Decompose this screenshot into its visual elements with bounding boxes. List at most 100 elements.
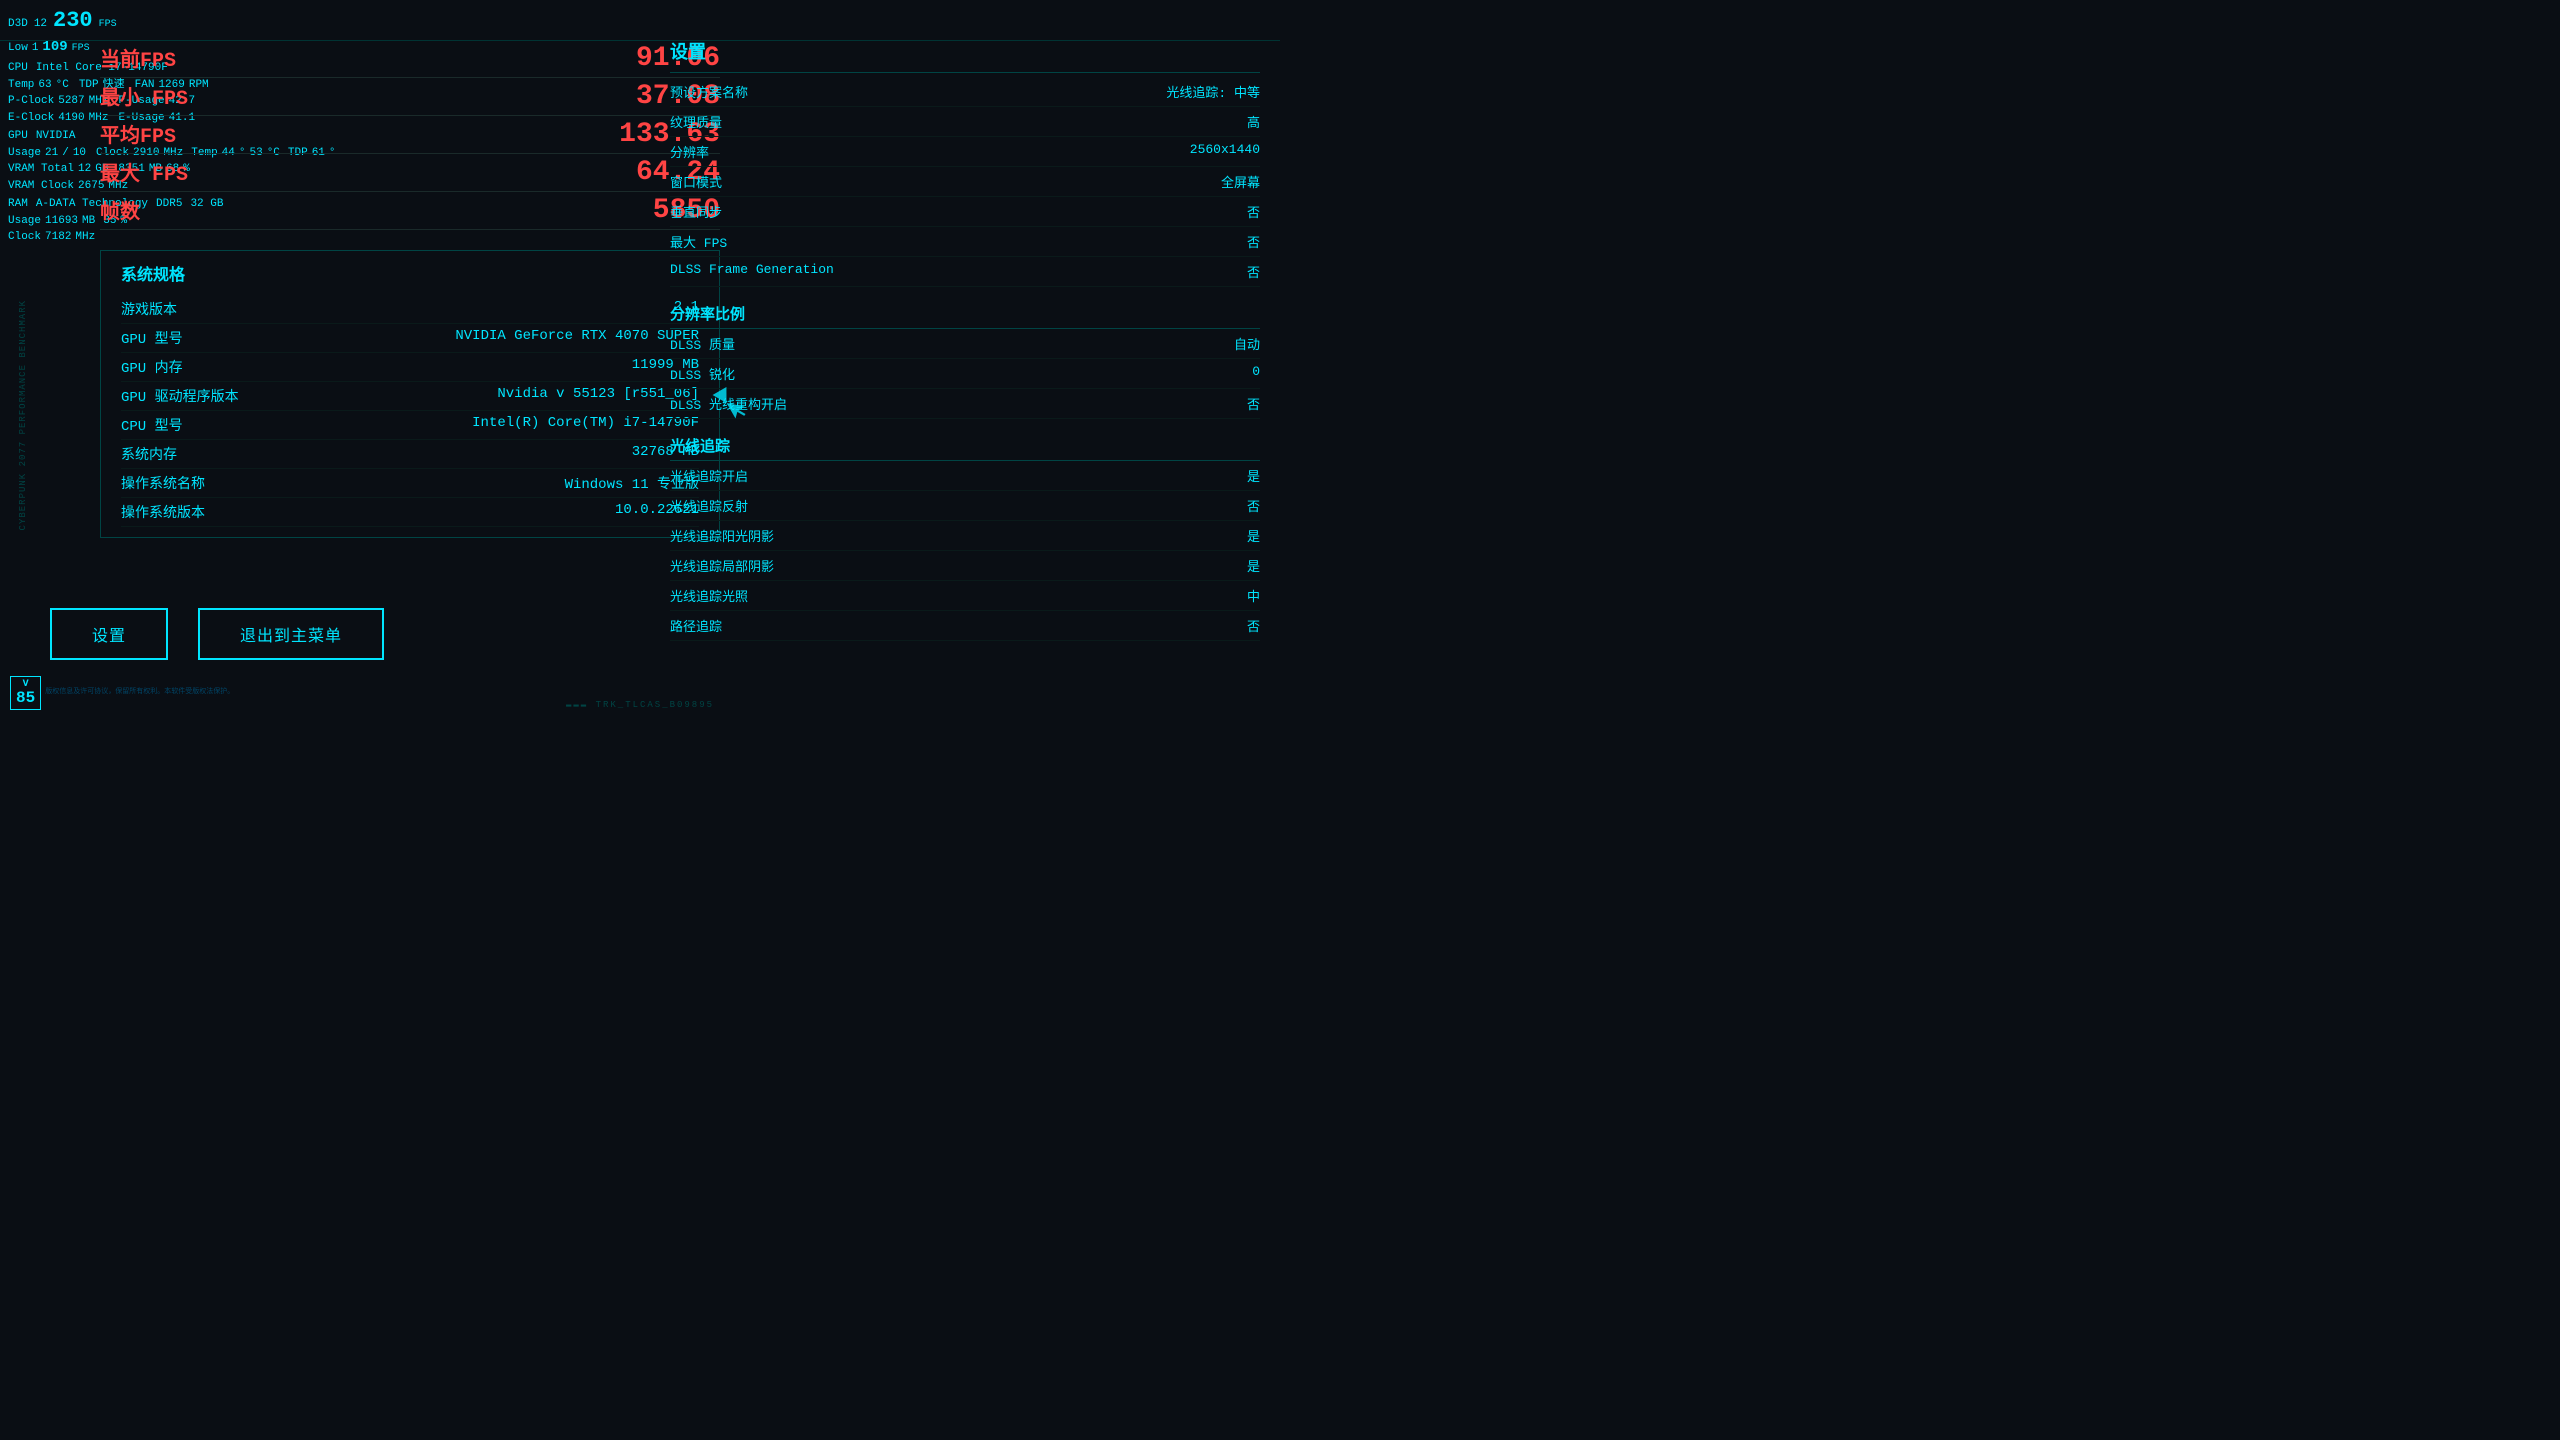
settings-value: 高	[1247, 112, 1260, 131]
settings-row: DLSS Frame Generation否	[670, 257, 1260, 287]
spec-row: GPU 内存11999 MB	[121, 353, 699, 382]
settings-rt-label: 光线追踪开启	[670, 466, 748, 485]
fps-main: 230	[53, 4, 93, 37]
version-number: 85	[16, 690, 35, 706]
settings-rt-rows: 光线追踪开启是光线追踪反射否光线追踪阳光阴影是光线追踪局部阴影是光线追踪光照中路…	[670, 461, 1260, 641]
settings-rt-value: 是	[1247, 526, 1260, 545]
metric-row: 最小 FPS37.08	[100, 78, 720, 116]
settings-row: 窗口模式 全屏幕	[670, 167, 1260, 197]
settings-rt-label: 光线追踪阳光阴影	[670, 526, 774, 545]
spec-value: Intel(R) Core(TM) i7-14790F	[472, 415, 699, 435]
spec-value: Nvidia v 55123 [r551_06]	[497, 386, 699, 406]
settings-ratio-label: DLSS 锐化	[670, 364, 735, 383]
vram-total: 12	[78, 161, 91, 178]
settings-rt-value: 否	[1247, 616, 1260, 635]
settings-label: 窗口模式	[670, 172, 722, 191]
metric-label: 最小 FPS	[100, 81, 188, 112]
ram-usage: 11693	[45, 213, 78, 230]
cpu-label: CPU	[8, 60, 28, 77]
gpu-usage-label: Usage	[8, 145, 41, 162]
settings-label: 垂直同步	[670, 202, 722, 221]
settings-rt-value: 否	[1247, 496, 1260, 515]
ram-label: RAM	[8, 196, 28, 213]
settings-button[interactable]: 设置	[50, 608, 168, 660]
settings-rt-row: 光线追踪阳光阴影 是	[670, 521, 1260, 551]
vram-total-label: VRAM Total	[8, 161, 74, 178]
settings-value: 全屏幕	[1221, 172, 1260, 191]
settings-ratio-rows: DLSS 质量自动 DLSS 锐化 0 DLSS 光线重构开启否	[670, 329, 1260, 419]
settings-ratio-value: 0	[1252, 364, 1260, 383]
spec-row: GPU 驱动程序版本Nvidia v 55123 [r551_06]	[121, 382, 699, 411]
spec-row: CPU 型号 Intel(R) Core(TM) i7-14790F	[121, 411, 699, 440]
settings-ratio-row: DLSS 锐化 0	[670, 359, 1260, 389]
settings-rt-label: 光线追踪局部阴影	[670, 556, 774, 575]
bottom-watermark: ▬▬▬ TRK_TLCAS_B09895	[566, 700, 714, 710]
tdp-label: TDP	[79, 77, 99, 94]
settings-ratio-section: 分辨率比例	[670, 295, 1260, 329]
settings-panel: 设置 预设方案名称 光线追踪: 中等纹理质量 高分辨率2560x1440 窗口模式 全屏…	[670, 30, 1260, 641]
spec-label: 游戏版本	[121, 299, 177, 319]
pclock-label: P-Clock	[8, 93, 54, 110]
eclock-value: 4190	[58, 110, 84, 127]
spec-row: 操作系统名称Windows 11 专业版	[121, 469, 699, 498]
settings-ratio-row: DLSS 质量自动	[670, 329, 1260, 359]
metric-label: 最大 FPS	[100, 157, 188, 188]
settings-value: 否	[1247, 202, 1260, 221]
fps-unit: FPS	[99, 17, 117, 32]
spec-label: 操作系统名称	[121, 473, 205, 493]
spec-value: NVIDIA GeForce RTX 4070 SUPER	[455, 328, 699, 348]
metric-label: 当前FPS	[100, 43, 176, 74]
settings-ratio-label: DLSS 质量	[670, 334, 735, 353]
settings-rt-value: 是	[1247, 556, 1260, 575]
metric-row: 最大 FPS64.24	[100, 154, 720, 192]
temp-unit: °C	[56, 77, 69, 94]
temp-label: Temp	[8, 77, 34, 94]
low-label: Low	[8, 40, 28, 57]
settings-row: 垂直同步 否	[670, 197, 1260, 227]
d3d-label: D3D	[8, 16, 28, 33]
settings-ratio-row: DLSS 光线重构开启否	[670, 389, 1260, 419]
settings-row: 最大 FPS 否	[670, 227, 1260, 257]
settings-label: 最大 FPS	[670, 232, 727, 251]
fps-metrics: 当前FPS91.06最小 FPS37.08平均FPS133.63最大 FPS64…	[100, 40, 720, 230]
specs-title: 系统规格	[121, 261, 699, 285]
settings-rt-label: 光线追踪反射	[670, 496, 748, 515]
gpu-model: NVIDIA	[36, 128, 76, 145]
settings-value: 否	[1247, 232, 1260, 251]
spec-label: CPU 型号	[121, 415, 183, 435]
quit-button[interactable]: 退出到主菜单	[198, 608, 384, 660]
settings-rt-row: 光线追踪光照中	[670, 581, 1260, 611]
metric-row: 帧数5850	[100, 192, 720, 230]
ram-usage-label: Usage	[8, 213, 41, 230]
settings-row: 纹理质量 高	[670, 107, 1260, 137]
spec-label: 操作系统版本	[121, 502, 205, 522]
d3d-value: 12	[34, 16, 47, 33]
vram-clock-label: VRAM Clock	[8, 178, 74, 195]
metric-row: 平均FPS133.63	[100, 116, 720, 154]
ram-clock-label: Clock	[8, 229, 41, 246]
settings-rt-value: 是	[1247, 466, 1260, 485]
spec-label: 系统内存	[121, 444, 177, 464]
version-info: V 85 版权信息及许可协议，保留所有权利。本软件受版权法保护。	[10, 676, 234, 710]
gpu-label: GPU	[8, 128, 28, 145]
eclock-label: E-Clock	[8, 110, 54, 127]
metric-label: 平均FPS	[100, 119, 176, 150]
settings-ratio-value: 否	[1247, 394, 1260, 413]
settings-label: 分辨率	[670, 142, 709, 161]
settings-rt-row: 光线追踪反射 否	[670, 491, 1260, 521]
temp-value: 63	[38, 77, 51, 94]
spec-label: GPU 内存	[121, 357, 183, 377]
settings-label: 预设方案名称	[670, 82, 748, 101]
settings-value: 光线追踪: 中等	[1166, 82, 1260, 101]
settings-row: 预设方案名称 光线追踪: 中等	[670, 77, 1260, 107]
spec-label: GPU 型号	[121, 328, 183, 348]
settings-title: 设置	[670, 30, 1260, 73]
metric-row: 当前FPS91.06	[100, 40, 720, 78]
spec-row: 操作系统版本10.0.22621	[121, 498, 699, 527]
settings-row: 分辨率2560x1440	[670, 137, 1260, 167]
low-fps-unit: FPS	[72, 41, 90, 56]
low-num: 1	[32, 40, 39, 57]
gpu-usage: 21	[45, 145, 58, 162]
gpu-usage-of: 10	[73, 145, 86, 162]
settings-label: 纹理质量	[670, 112, 722, 131]
